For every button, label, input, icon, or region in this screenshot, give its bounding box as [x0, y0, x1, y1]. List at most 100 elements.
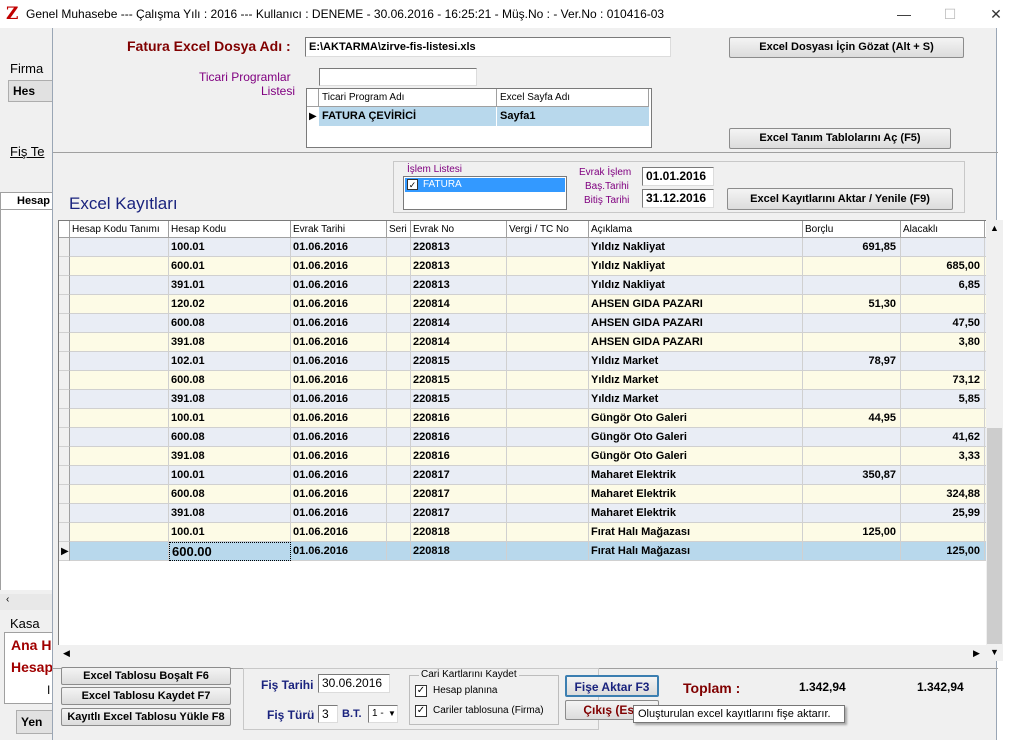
cell-kod[interactable]: 391.08: [169, 390, 291, 409]
cell-evrak[interactable]: 220817: [411, 504, 507, 523]
cell-tarih[interactable]: 01.06.2016: [291, 276, 387, 295]
cell-borclu[interactable]: 125,00: [803, 523, 901, 542]
cell-tanim[interactable]: [70, 542, 169, 561]
cell-seri[interactable]: [387, 504, 411, 523]
cell-evrak[interactable]: 220816: [411, 447, 507, 466]
close-button[interactable]: ✕: [982, 4, 1010, 24]
cell-alacakli[interactable]: 47,50: [901, 314, 985, 333]
cell-alacakli[interactable]: [901, 238, 985, 257]
cell-evrak[interactable]: 220817: [411, 485, 507, 504]
cell-aciklama[interactable]: Güngör Oto Galeri: [589, 447, 803, 466]
table-row[interactable]: 100.01 01.06.2016 220813 Yıldız Nakliyat 691…: [59, 238, 990, 257]
cell-alacakli[interactable]: 41,62: [901, 428, 985, 447]
cell-kod[interactable]: 391.08: [169, 447, 291, 466]
grid-horizontal-scrollbar[interactable]: ◀ ▶: [58, 645, 986, 662]
cell-tarih[interactable]: 01.06.2016: [291, 295, 387, 314]
cell-seri[interactable]: [387, 390, 411, 409]
cell-tanim[interactable]: [70, 257, 169, 276]
cell-aciklama[interactable]: AHSEN GIDA PAZARI: [589, 295, 803, 314]
bg-scroll-left[interactable]: ‹: [0, 594, 54, 610]
row-indicator[interactable]: [59, 466, 70, 485]
grid-header-kod[interactable]: Hesap Kodu: [169, 221, 291, 238]
program-grid-cell-ad[interactable]: FATURA ÇEVİRİCİ: [319, 107, 497, 126]
cell-alacakli[interactable]: 25,99: [901, 504, 985, 523]
cell-alacakli[interactable]: 73,12: [901, 371, 985, 390]
cell-vergi[interactable]: [507, 314, 589, 333]
cell-seri[interactable]: [387, 371, 411, 390]
row-indicator[interactable]: [59, 371, 70, 390]
cell-tanim[interactable]: [70, 238, 169, 257]
cell-aciklama[interactable]: Yıldız Nakliyat: [589, 276, 803, 295]
cell-borclu[interactable]: 691,85: [803, 238, 901, 257]
program-grid-header-sayfa[interactable]: Excel Sayfa Adı: [497, 89, 649, 107]
cell-borclu[interactable]: [803, 257, 901, 276]
table-row[interactable]: 600.08 01.06.2016 220817 Maharet Elektrik 32…: [59, 485, 990, 504]
kaydet-button[interactable]: Excel Tablosu Kaydet F7: [61, 687, 231, 705]
cell-tanim[interactable]: [70, 485, 169, 504]
minimize-button[interactable]: —: [890, 4, 918, 24]
cell-alacakli[interactable]: 3,33: [901, 447, 985, 466]
cell-alacakli[interactable]: 6,85: [901, 276, 985, 295]
cell-tarih[interactable]: 01.06.2016: [291, 409, 387, 428]
cell-kod[interactable]: 100.01: [169, 523, 291, 542]
cell-kod[interactable]: 600.08: [169, 371, 291, 390]
cell-tarih[interactable]: 01.06.2016: [291, 523, 387, 542]
cell-tanim[interactable]: [70, 523, 169, 542]
cell-borclu[interactable]: [803, 276, 901, 295]
program-grid-header-ad[interactable]: Ticari Program Adı: [319, 89, 497, 107]
cell-kod[interactable]: 600.00: [169, 542, 291, 561]
table-row[interactable]: 391.08 01.06.2016 220815 Yıldız Market 5,85: [59, 390, 990, 409]
scroll-up-icon[interactable]: ▲: [986, 220, 1003, 237]
cell-evrak[interactable]: 220816: [411, 428, 507, 447]
cell-kod[interactable]: 102.01: [169, 352, 291, 371]
cell-tanim[interactable]: [70, 466, 169, 485]
cell-tanim[interactable]: [70, 295, 169, 314]
cell-tarih[interactable]: 01.06.2016: [291, 314, 387, 333]
cell-vergi[interactable]: [507, 333, 589, 352]
row-indicator[interactable]: [59, 504, 70, 523]
table-row[interactable]: 102.01 01.06.2016 220815 Yıldız Market 78,97: [59, 352, 990, 371]
cell-vergi[interactable]: [507, 523, 589, 542]
table-row[interactable]: 600.01 01.06.2016 220813 Yıldız Nakliyat 685…: [59, 257, 990, 276]
cell-kod[interactable]: 600.08: [169, 428, 291, 447]
cell-evrak[interactable]: 220813: [411, 257, 507, 276]
row-indicator[interactable]: [59, 276, 70, 295]
yeni-button[interactable]: Yen: [16, 710, 54, 734]
table-row[interactable]: 600.08 01.06.2016 220815 Yıldız Market 73,12: [59, 371, 990, 390]
cell-evrak[interactable]: 220816: [411, 409, 507, 428]
cell-kod[interactable]: 391.08: [169, 504, 291, 523]
cell-alacakli[interactable]: 3,80: [901, 333, 985, 352]
cell-vergi[interactable]: [507, 428, 589, 447]
cell-tanim[interactable]: [70, 428, 169, 447]
cell-aciklama[interactable]: AHSEN GIDA PAZARI: [589, 333, 803, 352]
table-row[interactable]: 100.01 01.06.2016 220816 Güngör Oto Galeri 4…: [59, 409, 990, 428]
row-indicator[interactable]: ▶: [59, 542, 70, 561]
bt-dropdown-icon[interactable]: ▼: [388, 709, 396, 718]
row-indicator[interactable]: [59, 428, 70, 447]
cell-alacakli[interactable]: [901, 295, 985, 314]
cell-alacakli[interactable]: [901, 523, 985, 542]
cell-evrak[interactable]: 220814: [411, 314, 507, 333]
cell-evrak[interactable]: 220814: [411, 333, 507, 352]
cell-borclu[interactable]: 350,87: [803, 466, 901, 485]
yukle-button[interactable]: Kayıtlı Excel Tablosu Yükle F8: [61, 708, 231, 726]
cell-tanim[interactable]: [70, 276, 169, 295]
row-indicator[interactable]: [59, 352, 70, 371]
cell-aciklama[interactable]: Maharet Elektrik: [589, 485, 803, 504]
ticari-input[interactable]: [319, 68, 477, 86]
cell-borclu[interactable]: [803, 542, 901, 561]
islem-item-fatura[interactable]: FATURA: [405, 178, 565, 192]
scroll-right-icon[interactable]: ▶: [968, 645, 985, 662]
table-row[interactable]: 391.08 01.06.2016 220816 Güngör Oto Galeri 3…: [59, 447, 990, 466]
cell-vergi[interactable]: [507, 485, 589, 504]
row-indicator[interactable]: [59, 257, 70, 276]
row-indicator[interactable]: [59, 409, 70, 428]
cell-vergi[interactable]: [507, 504, 589, 523]
cell-seri[interactable]: [387, 295, 411, 314]
cell-tarih[interactable]: 01.06.2016: [291, 333, 387, 352]
cell-kod[interactable]: 100.01: [169, 409, 291, 428]
cell-evrak[interactable]: 220814: [411, 295, 507, 314]
cell-alacakli[interactable]: [901, 352, 985, 371]
cell-borclu[interactable]: 44,95: [803, 409, 901, 428]
row-indicator[interactable]: [59, 447, 70, 466]
